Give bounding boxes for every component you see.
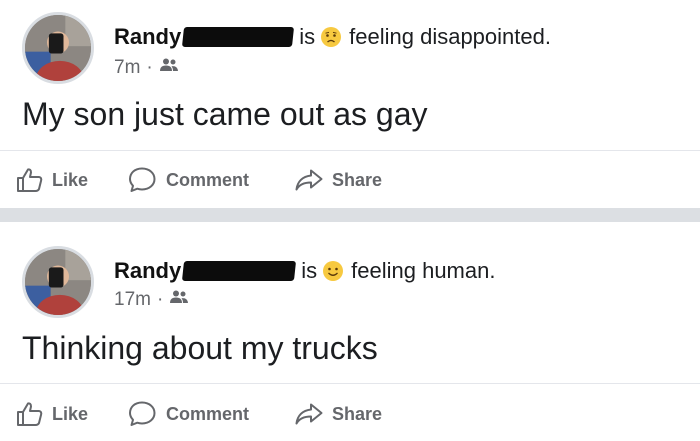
post-2: Randy is feeling human. 17m · Thinking a… [0, 0, 700, 441]
like-label: Like [52, 403, 89, 424]
post-actions: Like Comment Share [0, 392, 700, 436]
feeling-verb: is [301, 258, 318, 283]
friends-icon[interactable] [169, 289, 189, 311]
post-timestamp[interactable]: 17m [114, 289, 151, 311]
share-button[interactable]: Share [294, 392, 382, 436]
action-divider [0, 383, 700, 384]
share-label: Share [332, 403, 383, 424]
smiling-face-icon [323, 261, 344, 281]
author-name[interactable]: Randy [114, 258, 181, 284]
comment-bubble-icon [129, 401, 156, 426]
author-avatar[interactable] [22, 246, 94, 318]
comment-button[interactable]: Comment [128, 392, 249, 436]
like-button[interactable]: Like [16, 392, 88, 436]
post-text: Thinking about my trucks [22, 330, 378, 366]
post-meta: 17m · [114, 289, 189, 311]
comment-label: Comment [166, 403, 250, 424]
redacted-surname [182, 261, 297, 281]
feeling-text[interactable]: feeling human. [351, 258, 495, 284]
post-headline: Randy is feeling human. [114, 258, 495, 284]
meta-separator: · [156, 289, 164, 310]
share-arrow-icon [295, 403, 323, 425]
thumbs-up-icon [17, 402, 43, 426]
